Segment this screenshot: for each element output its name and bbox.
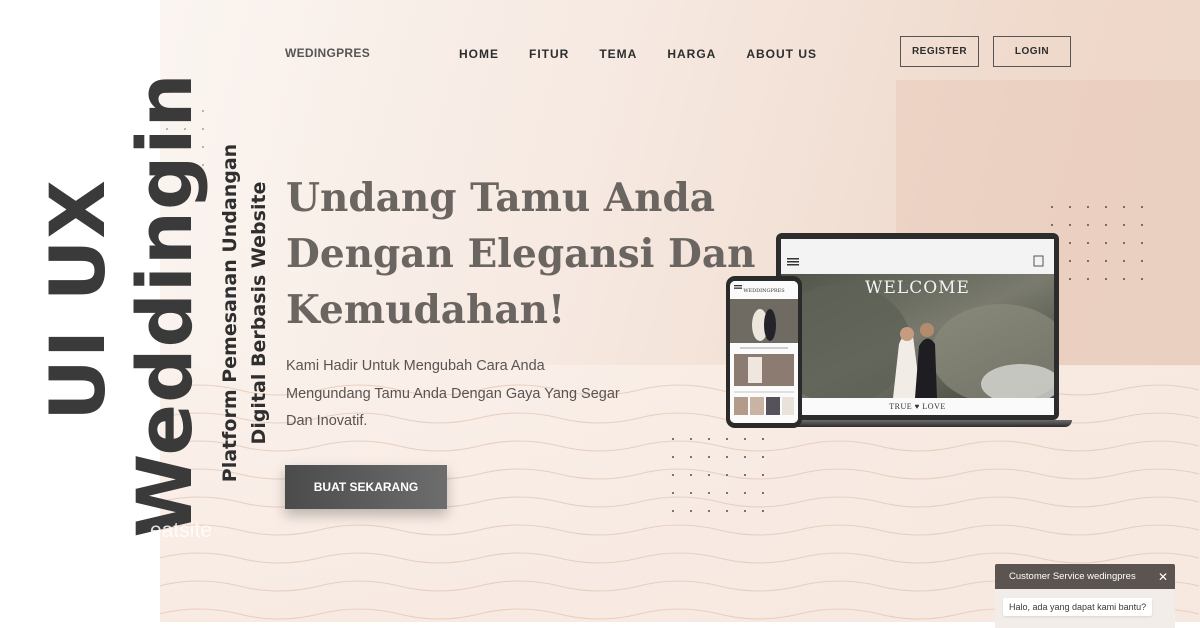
register-button[interactable]: REGISTER <box>900 36 979 67</box>
overlay-subtitle: Digital Berbasis Website <box>248 181 270 445</box>
watermark: eatsite <box>150 519 212 542</box>
nav-link-harga[interactable]: HARGA <box>667 47 716 61</box>
laptop-screen: WELCOME TRUE ♥ LOVE <box>781 239 1054 415</box>
dot-grid-decoration <box>1044 199 1152 289</box>
chat-message: Halo, ada yang dapat kami bantu? <box>1003 598 1153 616</box>
nav-link-about-us[interactable]: ABOUT US <box>746 47 817 61</box>
phone-brand: WEDDINGPRES <box>743 288 785 294</box>
brand-logo[interactable]: WEDINGPRES <box>285 46 370 60</box>
customer-service-chat[interactable]: Customer Service wedingpres ✕ Halo, ada … <box>995 564 1175 628</box>
laptop-base <box>770 420 1072 427</box>
phone-mockup: WEDDINGPRES <box>726 276 802 428</box>
main-nav: HOME FITUR TEMA HARGA ABOUT US <box>459 47 817 61</box>
description-line: Mengundang Tamu Anda Dengan Gaya Yang Se… <box>286 385 620 402</box>
phone-screen: WEDDINGPRES <box>730 281 798 423</box>
mockup-header <box>781 239 1054 274</box>
true-love-text: TRUE ♥ LOVE <box>781 398 1054 415</box>
overlay-subtitle: Platform Pemesanan Undangan <box>219 143 241 483</box>
overlay-title: UI UX <box>33 179 122 421</box>
welcome-text: WELCOME <box>865 278 970 298</box>
nav-link-fitur[interactable]: FITUR <box>529 47 569 61</box>
menu-icon <box>787 255 1044 267</box>
overlay-title: Weddingin <box>120 72 209 538</box>
dot-grid-decoration <box>665 431 773 521</box>
close-icon[interactable]: ✕ <box>1155 569 1171 585</box>
headline-line: Kemudahan! <box>286 287 566 333</box>
login-button[interactable]: LOGIN <box>993 36 1071 67</box>
nav-link-home[interactable]: HOME <box>459 47 499 61</box>
laptop-mockup: WELCOME TRUE ♥ LOVE <box>776 233 1059 420</box>
buat-sekarang-button[interactable]: BUAT SEKARANG <box>285 465 447 509</box>
headline-line: Undang Tamu Anda <box>286 175 716 221</box>
description-line: Kami Hadir Untuk Mengubah Cara Anda <box>286 358 545 374</box>
hero-description: Kami Hadir Untuk Mengubah Cara Anda Meng… <box>286 353 646 436</box>
wedding-photo: WELCOME <box>781 274 1054 398</box>
chat-body: Halo, ada yang dapat kami bantu? <box>995 589 1175 628</box>
hero-headline: Undang Tamu Anda Dengan Elegansi Dan Kem… <box>286 170 756 338</box>
description-line: Dan Inovatif. <box>286 413 368 429</box>
chat-header[interactable]: Customer Service wedingpres ✕ <box>995 564 1175 589</box>
headline-line: Dengan Elegansi Dan <box>286 231 756 277</box>
chat-title: Customer Service wedingpres <box>1009 571 1136 582</box>
nav-link-tema[interactable]: TEMA <box>599 47 637 61</box>
